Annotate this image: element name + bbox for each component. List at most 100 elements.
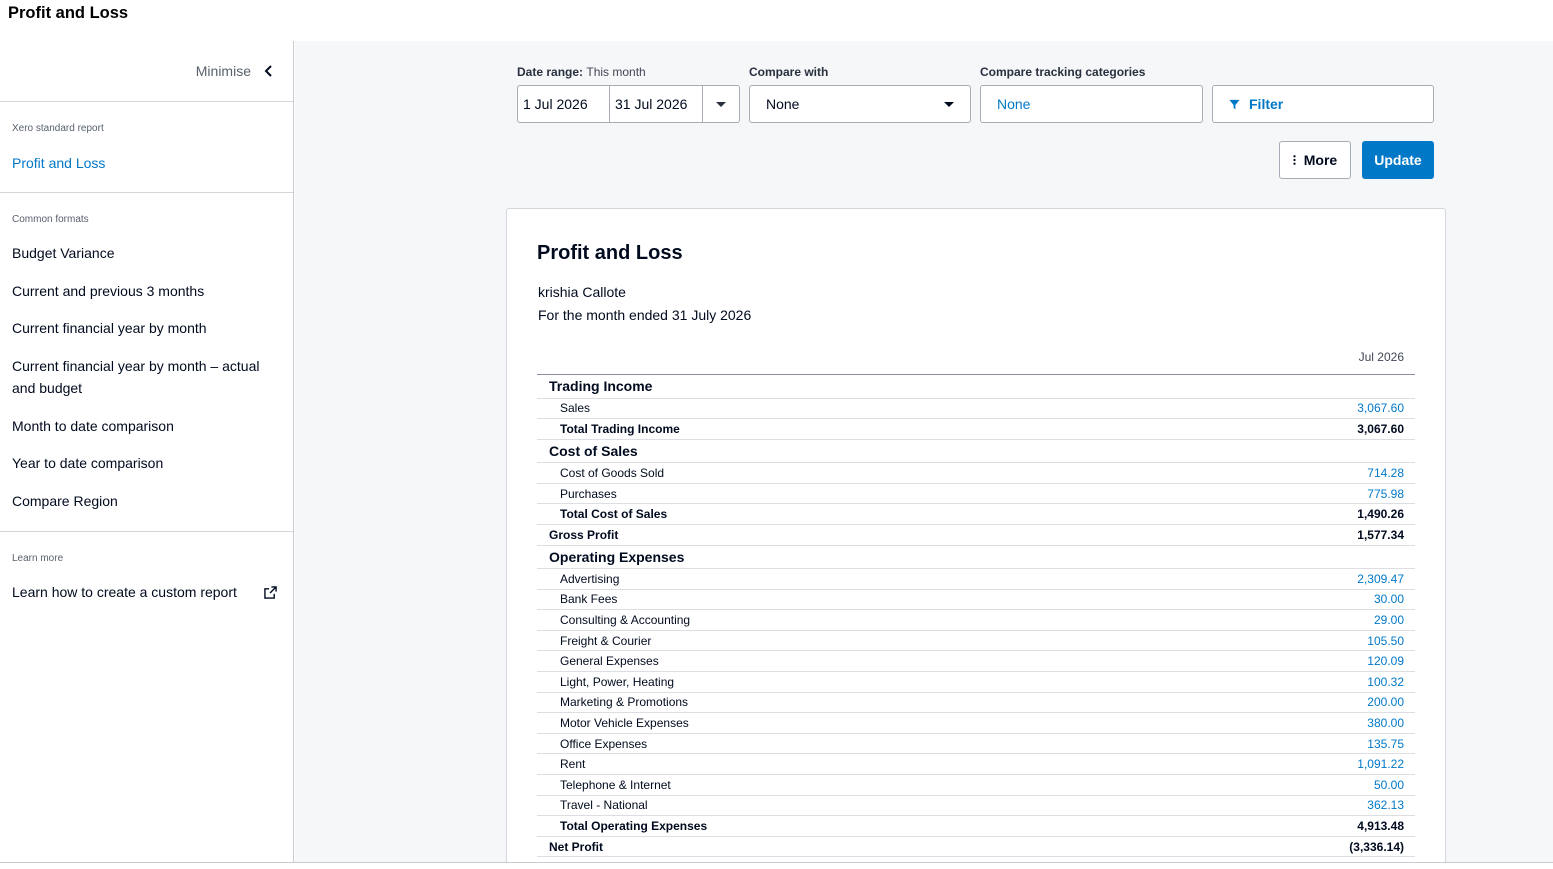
format-month-to-date[interactable]: Month to date comparison [12, 415, 277, 437]
format-current-year-by-month[interactable]: Current financial year by month [12, 317, 277, 339]
compare-with-label: Compare with [749, 65, 829, 79]
row-label: Bank Fees [537, 589, 1171, 611]
row-amount-link[interactable]: 29.00 [1170, 609, 1415, 631]
account-row[interactable]: Office Expenses 135.75 [537, 733, 1415, 755]
row-amount [1170, 439, 1415, 464]
row-amount-link[interactable]: 200.00 [1170, 692, 1415, 714]
row-amount [1170, 374, 1415, 399]
row-amount-link[interactable]: 100.32 [1170, 671, 1415, 693]
date-to-input[interactable]: 31 Jul 2026 [610, 85, 703, 123]
row-label: Cost of Goods Sold [537, 462, 1171, 484]
row-amount [1170, 545, 1415, 570]
row-label: Light, Power, Heating [537, 671, 1171, 693]
account-row[interactable]: Freight & Courier 105.50 [537, 630, 1415, 652]
report-period: For the month ended 31 July 2026 [538, 307, 752, 323]
date-from-input[interactable]: 1 Jul 2026 [517, 85, 610, 123]
row-amount-link[interactable]: 120.09 [1170, 650, 1415, 673]
caret-down-icon [944, 101, 954, 107]
row-amount: 1,577.34 [1170, 524, 1415, 546]
total-row: Gross Profit 1,577.34 [537, 524, 1415, 546]
row-label: Consulting & Accounting [537, 609, 1171, 631]
more-button[interactable]: More [1279, 141, 1351, 179]
section-heading-row: Trading Income [537, 374, 1415, 399]
account-row[interactable]: Cost of Goods Sold 714.28 [537, 462, 1415, 484]
row-amount: 3,067.60 [1170, 418, 1415, 440]
sidebar: Minimise Xero standard report Profit and… [0, 41, 294, 862]
account-row[interactable]: Light, Power, Heating 100.32 [537, 671, 1415, 693]
format-current-year-actual-budget[interactable]: Current financial year by month – actual… [12, 355, 277, 399]
row-amount-link[interactable]: 105.50 [1170, 630, 1415, 652]
row-amount-link[interactable]: 3,067.60 [1170, 398, 1415, 420]
custom-report-link[interactable]: Learn how to create a custom report [12, 581, 277, 603]
date-range-group: 1 Jul 2026 31 Jul 2026 [517, 85, 740, 123]
account-row[interactable]: Bank Fees 30.00 [537, 589, 1415, 611]
account-row[interactable]: Consulting & Accounting 29.00 [537, 609, 1415, 631]
row-label: Travel - National [537, 795, 1171, 817]
row-amount-link[interactable]: 2,309.47 [1170, 568, 1415, 590]
row-label: Marketing & Promotions [537, 692, 1171, 714]
row-label: Total Cost of Sales [537, 503, 1171, 525]
account-row[interactable]: General Expenses 120.09 [537, 650, 1415, 673]
row-amount: 1,490.26 [1170, 503, 1415, 525]
compare-with-value: None [766, 96, 800, 112]
profit-and-loss-link[interactable]: Profit and Loss [12, 152, 277, 174]
page-title: Profit and Loss [8, 4, 129, 22]
minimise-button[interactable]: Minimise [196, 63, 275, 79]
row-label: Operating Expenses [537, 545, 1171, 570]
update-button[interactable]: Update [1362, 141, 1434, 179]
account-row[interactable]: Marketing & Promotions 200.00 [537, 692, 1415, 714]
more-label: More [1303, 152, 1338, 168]
page-header: Profit and Loss [0, 0, 1553, 41]
row-amount-link[interactable]: 714.28 [1170, 462, 1415, 484]
organisation-name: krishia Callote [538, 284, 626, 300]
account-row[interactable]: Rent 1,091.22 [537, 753, 1415, 775]
row-label: Purchases [537, 483, 1171, 505]
row-label: Gross Profit [537, 524, 1171, 546]
account-row[interactable]: Telephone & Internet 50.00 [537, 774, 1415, 796]
main-panel: Date range: This month 1 Jul 2026 31 Jul… [295, 41, 1553, 862]
external-link-icon [264, 585, 277, 599]
common-formats-section: Common formats Budget Variance Current a… [0, 192, 293, 531]
standard-report-section: Xero standard report Profit and Loss [0, 101, 293, 192]
row-label: Telephone & Internet [537, 774, 1171, 796]
total-row: Total Trading Income 3,067.60 [537, 418, 1415, 440]
format-year-to-date[interactable]: Year to date comparison [12, 452, 277, 474]
total-row: Total Cost of Sales 1,490.26 [537, 503, 1415, 525]
row-label: Trading Income [537, 374, 1171, 399]
row-amount-link[interactable]: 775.98 [1170, 483, 1415, 505]
standard-report-heading: Xero standard report [12, 123, 104, 134]
format-current-previous-3-months[interactable]: Current and previous 3 months [12, 280, 277, 302]
filter-button[interactable]: Filter [1212, 85, 1434, 123]
row-amount-link[interactable]: 380.00 [1170, 712, 1415, 734]
report-title: Profit and Loss [537, 242, 683, 264]
account-row[interactable]: Travel - National 362.13 [537, 795, 1415, 817]
row-label: Rent [537, 753, 1171, 775]
account-row[interactable]: Advertising 2,309.47 [537, 568, 1415, 590]
format-compare-region[interactable]: Compare Region [12, 490, 277, 512]
total-row: Net Profit (3,336.14) [537, 836, 1415, 858]
account-row[interactable]: Motor Vehicle Expenses 380.00 [537, 712, 1415, 734]
tracking-categories-select[interactable]: None [980, 85, 1203, 123]
row-amount-link[interactable]: 362.13 [1170, 795, 1415, 817]
row-amount: (3,336.14) [1170, 836, 1415, 858]
profit-loss-table: Trading Income Sales 3,067.60 Total Trading… [537, 374, 1415, 858]
row-amount-link[interactable]: 50.00 [1170, 774, 1415, 796]
row-label: Office Expenses [537, 733, 1171, 755]
section-heading-row: Operating Expenses [537, 545, 1415, 570]
custom-report-label: Learn how to create a custom report [12, 584, 237, 600]
compare-with-select[interactable]: None [749, 85, 971, 123]
row-amount-link[interactable]: 135.75 [1170, 733, 1415, 755]
row-label: Freight & Courier [537, 630, 1171, 652]
account-row[interactable]: Purchases 775.98 [537, 483, 1415, 505]
funnel-icon [1229, 99, 1240, 109]
row-amount-link[interactable]: 30.00 [1170, 589, 1415, 611]
account-row[interactable]: Sales 3,067.60 [537, 398, 1415, 420]
date-range-dropdown[interactable] [703, 85, 740, 123]
section-heading-row: Cost of Sales [537, 439, 1415, 464]
total-row: Total Operating Expenses 4,913.48 [537, 815, 1415, 837]
profit-loss-rows: Trading Income Sales 3,067.60 Total Trading… [537, 374, 1415, 858]
common-formats-heading: Common formats [12, 214, 89, 225]
format-budget-variance[interactable]: Budget Variance [12, 242, 277, 264]
row-amount-link[interactable]: 1,091.22 [1170, 753, 1415, 775]
row-label: Net Profit [537, 836, 1171, 858]
